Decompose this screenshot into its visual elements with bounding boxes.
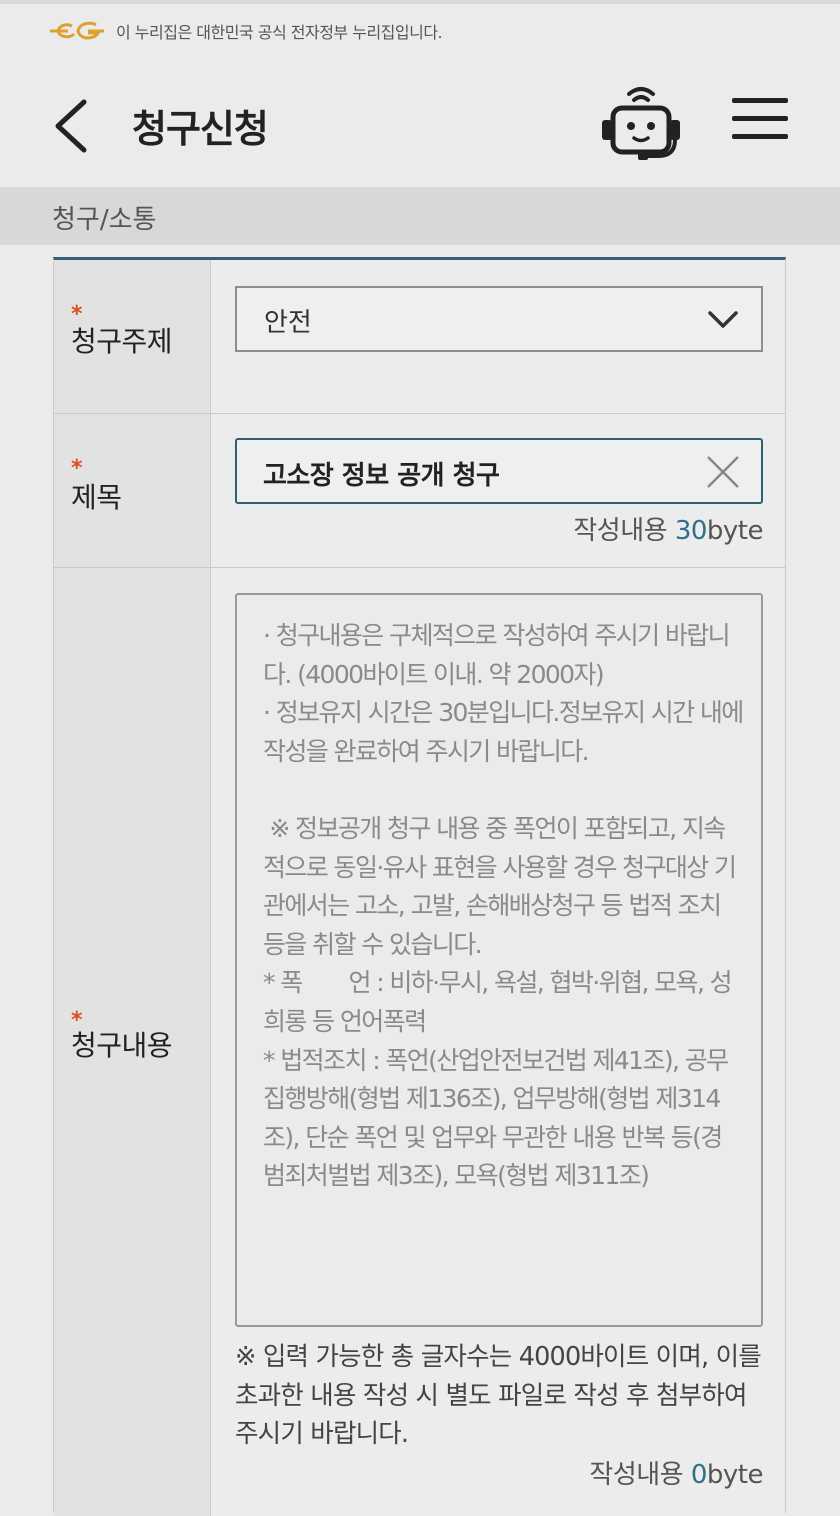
content-byte-counter: 작성내용 0byte	[589, 1454, 763, 1491]
menu-button[interactable]	[730, 94, 790, 144]
counter-prefix: 작성내용	[573, 516, 675, 546]
counter-value: 30	[674, 516, 708, 546]
title-field-cell: 고소장 정보 공개 청구 작성내용 30byte	[211, 414, 785, 567]
title-input-value: 고소장 정보 공개 청구	[263, 461, 500, 491]
form-row-subject: * 청구주제 안전	[54, 260, 785, 414]
title-input[interactable]: 고소장 정보 공개 청구	[235, 438, 763, 504]
breadcrumb: 청구/소통	[52, 205, 157, 235]
chatbot-button[interactable]	[598, 82, 684, 162]
request-form: * 청구주제 안전 * 제목 고소장 정보 공개 청구 작성내용 30byte …	[53, 257, 786, 1516]
content-label: 청구내용	[71, 1029, 173, 1062]
hamburger-menu-icon	[732, 98, 788, 139]
subject-label: 청구주제	[71, 325, 173, 358]
counter-unit: byte	[706, 516, 764, 546]
subject-field-cell: 안전	[211, 260, 785, 413]
counter-prefix: 작성내용	[589, 1460, 691, 1490]
chevron-down-icon	[708, 311, 738, 328]
title-label: 제목	[71, 481, 122, 514]
subject-select-value: 안전	[264, 308, 312, 338]
chatbot-headset-icon	[602, 87, 680, 160]
content-field-cell: · 청구내용은 구체적으로 작성하여 주시기 바랍니다. (4000바이트 이내…	[211, 568, 785, 1516]
gov-banner: 이 누리집은 대한민국 공식 전자정부 누리집입니다.	[48, 16, 443, 46]
egov-logo-icon	[50, 21, 104, 40]
form-row-content: * 청구내용 · 청구내용은 구체적으로 작성하여 주시기 바랍니다. (400…	[54, 568, 785, 1516]
header: 청구신청	[0, 70, 840, 186]
subject-select[interactable]: 안전	[235, 286, 763, 352]
counter-value: 0	[690, 1460, 708, 1490]
back-button[interactable]	[48, 96, 98, 156]
title-label-cell: * 제목	[54, 414, 211, 567]
chevron-left-icon	[55, 99, 87, 153]
content-label-cell: * 청구내용	[54, 568, 211, 1516]
counter-unit: byte	[706, 1460, 764, 1490]
top-divider	[0, 0, 840, 4]
content-limit-note: ※ 입력 가능한 총 글자수는 4000바이트 이며, 이를 초과한 내용 작성…	[235, 1342, 762, 1449]
page-title: 청구신청	[132, 107, 269, 151]
breadcrumb-bar: 청구/소통	[0, 187, 840, 245]
content-textarea[interactable]: · 청구내용은 구체적으로 작성하여 주시기 바랍니다. (4000바이트 이내…	[235, 593, 763, 1327]
clear-icon[interactable]	[705, 454, 741, 490]
form-row-title: * 제목 고소장 정보 공개 청구 작성내용 30byte	[54, 414, 785, 568]
content-placeholder: · 청구내용은 구체적으로 작성하여 주시기 바랍니다. (4000바이트 이내…	[263, 621, 744, 1191]
title-byte-counter: 작성내용 30byte	[573, 510, 763, 547]
gov-banner-text: 이 누리집은 대한민국 공식 전자정부 누리집입니다.	[116, 23, 443, 42]
subject-label-cell: * 청구주제	[54, 260, 211, 413]
